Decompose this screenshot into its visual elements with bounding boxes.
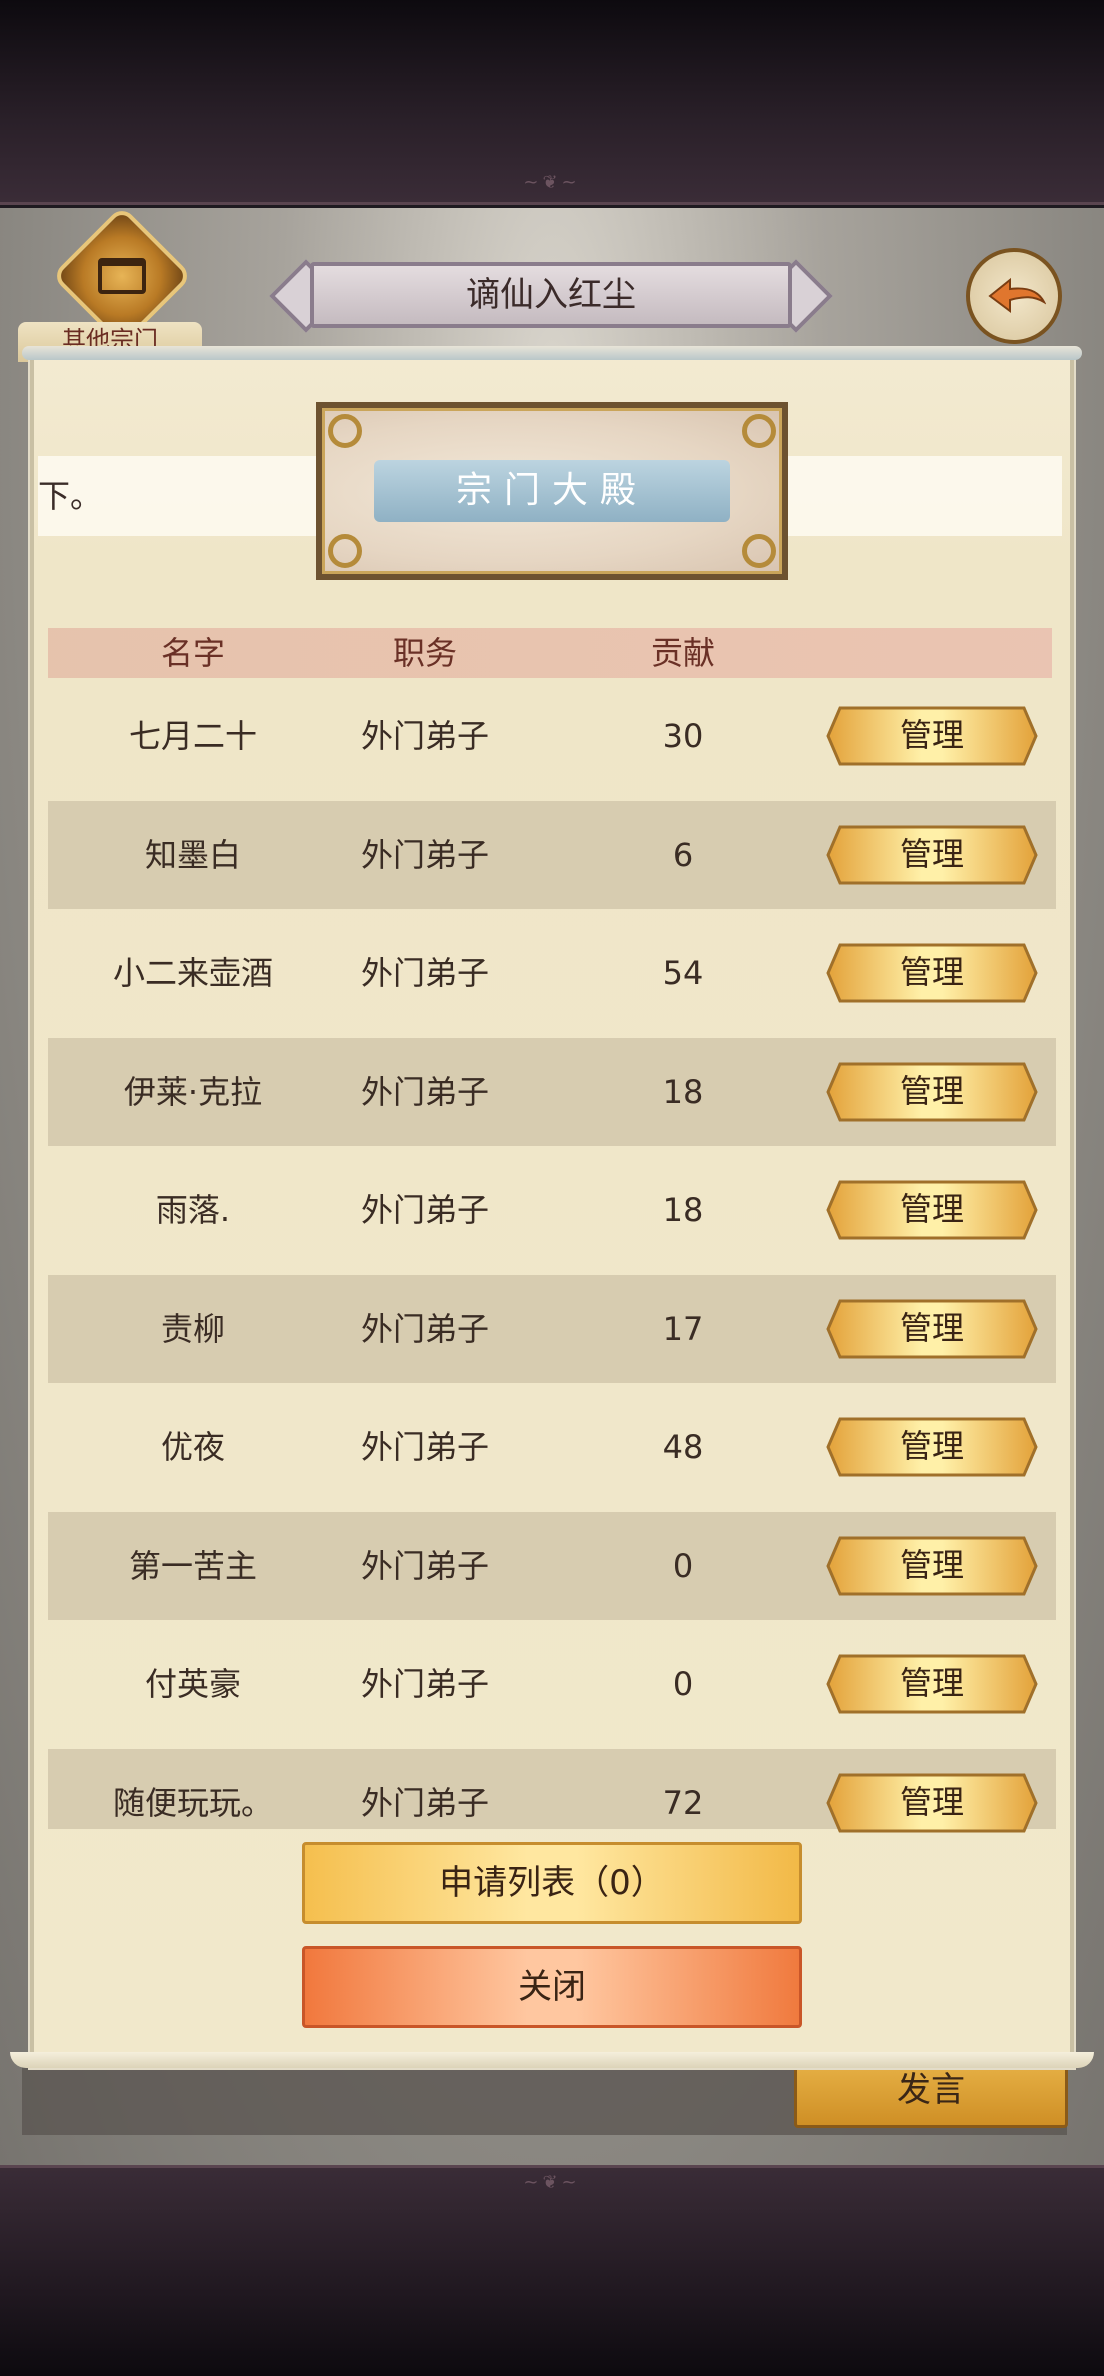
manage-button-label: 管理 — [899, 953, 964, 991]
member-contribution: 18 — [662, 1073, 704, 1111]
member-contribution: 0 — [672, 1665, 694, 1703]
member-role: 外门弟子 — [360, 1547, 489, 1585]
member-row: 优夜 外门弟子 48 管理 — [48, 1393, 1056, 1501]
manage-button[interactable]: 管理 — [826, 1180, 1038, 1240]
manage-button-label: 管理 — [899, 1190, 964, 1228]
member-contribution: 54 — [662, 954, 704, 992]
member-row: 随便玩玩。 外门弟子 72 管理 — [48, 1749, 1056, 1833]
manage-button-label: 管理 — [899, 1546, 964, 1584]
member-name: 第一苦主 — [128, 1547, 257, 1585]
member-contribution: 18 — [662, 1191, 704, 1229]
member-name: 伊莱·克拉 — [123, 1073, 263, 1111]
member-contribution: 6 — [672, 836, 694, 874]
manage-button[interactable]: 管理 — [826, 1062, 1038, 1122]
manage-button-label: 管理 — [899, 1783, 964, 1821]
bottom-ornament: ~❦~ — [523, 2172, 581, 2193]
manage-button-label: 管理 — [899, 835, 964, 873]
column-header-role: 职务 — [392, 634, 457, 672]
member-row: 付英豪 外门弟子 0 管理 — [48, 1630, 1056, 1738]
column-header-contribution: 贡献 — [650, 634, 715, 672]
member-name: 优夜 — [160, 1428, 225, 1466]
member-role: 外门弟子 — [360, 1784, 489, 1822]
manage-button-label: 管理 — [899, 1664, 964, 1702]
member-role: 外门弟子 — [360, 1665, 489, 1703]
plaque-corner-ornament — [742, 534, 776, 568]
member-contribution: 0 — [672, 1547, 694, 1585]
hall-plaque: 宗门大殿 — [316, 402, 788, 580]
temple-icon — [98, 258, 146, 294]
back-arrow-icon — [988, 277, 1046, 313]
hall-title: 宗门大殿 — [374, 460, 730, 522]
scroll-top-rod — [22, 346, 1082, 360]
member-name: 七月二十 — [128, 717, 257, 755]
member-row: 第一苦主 外门弟子 0 管理 — [48, 1512, 1056, 1620]
member-role: 外门弟子 — [360, 1073, 489, 1111]
manage-button-label: 管理 — [899, 1427, 964, 1465]
member-role: 外门弟子 — [360, 836, 489, 874]
scrolling-banner-text: 下。 — [38, 477, 103, 515]
table-header: 名字 职务 贡献 — [48, 628, 1052, 678]
member-name: 小二来壶酒 — [112, 954, 273, 992]
manage-button-label: 管理 — [899, 1072, 964, 1110]
member-role: 外门弟子 — [360, 717, 489, 755]
other-sects-button[interactable] — [51, 205, 193, 347]
member-row: 伊莱·克拉 外门弟子 18 管理 — [48, 1038, 1056, 1146]
member-name: 责柳 — [160, 1310, 225, 1348]
top-letterbox: ~❦~ — [0, 0, 1104, 205]
member-contribution: 48 — [662, 1428, 704, 1466]
manage-button[interactable]: 管理 — [826, 825, 1038, 885]
column-header-name: 名字 — [160, 634, 225, 672]
member-role: 外门弟子 — [360, 954, 489, 992]
bottom-letterbox: ~❦~ — [0, 2165, 1104, 2376]
manage-button[interactable]: 管理 — [826, 1299, 1038, 1359]
member-contribution: 17 — [662, 1310, 704, 1348]
member-contribution: 72 — [662, 1784, 704, 1822]
member-row: 责柳 外门弟子 17 管理 — [48, 1275, 1056, 1383]
top-ornament: ~❦~ — [523, 172, 581, 193]
member-role: 外门弟子 — [360, 1191, 489, 1229]
member-name: 付英豪 — [144, 1665, 241, 1703]
member-name: 知墨白 — [144, 836, 241, 874]
manage-button[interactable]: 管理 — [826, 943, 1038, 1003]
page-title: 谪仙入红尘 — [310, 262, 792, 328]
member-row: 雨落. 外门弟子 18 管理 — [48, 1156, 1056, 1264]
plaque-corner-ornament — [742, 414, 776, 448]
manage-button[interactable]: 管理 — [826, 1654, 1038, 1714]
manage-button[interactable]: 管理 — [826, 1417, 1038, 1477]
member-row: 小二来壶酒 外门弟子 54 管理 — [48, 919, 1056, 1027]
apply-list-button[interactable]: 申请列表（0） — [302, 1842, 802, 1924]
plaque-corner-ornament — [328, 414, 362, 448]
back-button[interactable] — [966, 248, 1062, 344]
member-row: 知墨白 外门弟子 6 管理 — [48, 801, 1056, 909]
close-button[interactable]: 关闭 — [302, 1946, 802, 2028]
manage-button[interactable]: 管理 — [826, 706, 1038, 766]
scroll-bottom-rod — [10, 2052, 1094, 2068]
member-name: 随便玩玩。 — [112, 1784, 273, 1822]
member-role: 外门弟子 — [360, 1428, 489, 1466]
member-row: 七月二十 外门弟子 30 管理 — [48, 682, 1056, 790]
manage-button[interactable]: 管理 — [826, 1536, 1038, 1596]
member-contribution: 30 — [662, 717, 704, 755]
manage-button-label: 管理 — [899, 716, 964, 754]
manage-button[interactable]: 管理 — [826, 1773, 1038, 1833]
member-name: 雨落. — [155, 1191, 231, 1229]
member-role: 外门弟子 — [360, 1310, 489, 1348]
manage-button-label: 管理 — [899, 1309, 964, 1347]
title-plate: 谪仙入红尘 — [269, 258, 833, 333]
plaque-corner-ornament — [328, 534, 362, 568]
